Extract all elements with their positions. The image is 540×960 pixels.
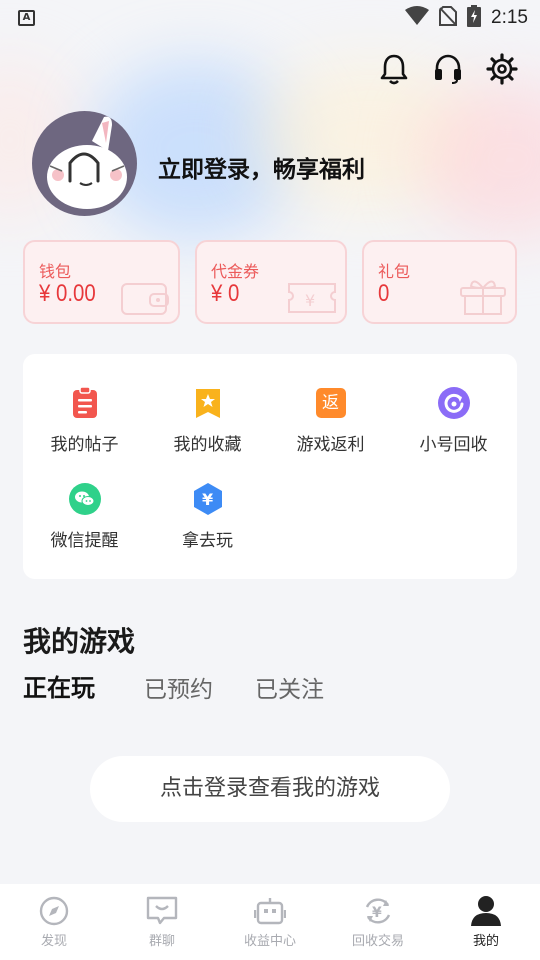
take-to-play-label: 拿去玩: [182, 531, 233, 551]
nav-label-recycle-trade: 回收交易: [351, 934, 404, 949]
chat-icon: [146, 896, 178, 926]
game-rebate-button[interactable]: 返 游戏返利: [269, 386, 392, 466]
recycle-yen-icon: ¥: [362, 896, 394, 926]
bookmark-star-icon: [191, 386, 225, 420]
wallet-card-value: ¥ 0.00: [39, 280, 96, 307]
gift-card-title: 礼包: [378, 262, 411, 281]
game-rebate-label: 游戏返利: [296, 435, 365, 455]
voucher-card[interactable]: 代金券 ¥ 0 ¥: [195, 240, 347, 324]
avatar[interactable]: [32, 111, 137, 216]
status-icons: 2:15: [405, 5, 528, 31]
wechat-reminder-button[interactable]: 微信提醒: [23, 482, 146, 562]
recycle-icon: [437, 386, 471, 420]
nav-label-earnings: 收益中心: [243, 934, 296, 949]
wechat-reminder-label: 微信提醒: [50, 531, 119, 551]
keyboard-indicator-icon: A: [18, 10, 35, 26]
nav-item-earnings[interactable]: 收益中心: [216, 884, 324, 960]
svg-text:¥: ¥: [305, 291, 315, 310]
ticket-icon: ¥: [285, 276, 339, 320]
alt-account-recycle-button[interactable]: 小号回收: [392, 386, 515, 466]
login-prompt[interactable]: 立即登录，畅享福利: [158, 150, 365, 184]
svg-text:¥: ¥: [202, 490, 213, 509]
wechat-icon: [68, 482, 102, 516]
wallet-cards: 钱包 ¥ 0.00 代金券 ¥ 0 ¥ 礼包 0: [23, 240, 517, 324]
gift-card[interactable]: 礼包 0: [362, 240, 517, 324]
wallet-icon: [120, 276, 172, 320]
svg-text:¥: ¥: [372, 905, 382, 921]
battery-charging-icon: [467, 5, 482, 31]
bell-icon[interactable]: [378, 52, 410, 86]
gift-card-value: 0: [378, 280, 390, 307]
function-panel: 我的帖子 我的收藏 返 游戏返利 小号回收 微信提醒 ¥ 拿去玩: [23, 354, 517, 579]
wifi-icon: [405, 6, 430, 30]
person-icon: [470, 896, 502, 926]
bottom-navigation: 发现 群聊 收益中心 ¥ 回收交易 我的: [0, 884, 540, 960]
wallet-card-title: 钱包: [39, 262, 72, 281]
my-posts-label: 我的帖子: [50, 435, 119, 455]
login-view-games-button[interactable]: 点击登录查看我的游戏: [90, 756, 450, 822]
robot-icon: [254, 896, 286, 926]
no-sim-icon: [439, 6, 458, 30]
tab-followed[interactable]: 已关注: [255, 670, 324, 704]
nav-item-mine[interactable]: 我的: [432, 884, 540, 960]
my-favorites-button[interactable]: 我的收藏: [146, 386, 269, 466]
status-bar: A 2:15: [0, 0, 540, 36]
my-posts-button[interactable]: 我的帖子: [23, 386, 146, 466]
nav-item-discover[interactable]: 发现: [0, 884, 108, 960]
clipboard-icon: [68, 386, 102, 420]
compass-icon: [38, 896, 70, 926]
header-actions: [378, 52, 518, 86]
gear-icon[interactable]: [486, 52, 518, 86]
my-games-title: 我的游戏: [23, 625, 136, 658]
gift-icon: [457, 274, 509, 320]
nav-item-recycle-trade[interactable]: ¥ 回收交易: [324, 884, 432, 960]
wallet-card[interactable]: 钱包 ¥ 0.00: [23, 240, 180, 324]
voucher-card-value: ¥ 0: [211, 280, 240, 307]
tab-playing[interactable]: 正在玩: [23, 668, 95, 703]
yen-hexagon-icon: ¥: [191, 482, 225, 516]
nav-label-mine: 我的: [472, 934, 499, 949]
headset-icon[interactable]: [432, 52, 464, 86]
nav-item-group-chat[interactable]: 群聊: [108, 884, 216, 960]
rebate-icon: 返: [314, 386, 348, 420]
my-favorites-label: 我的收藏: [173, 435, 242, 455]
take-to-play-button[interactable]: ¥ 拿去玩: [146, 482, 269, 562]
voucher-card-title: 代金券: [211, 262, 260, 281]
nav-label-discover: 发现: [40, 934, 67, 949]
status-time: 2:15: [491, 7, 528, 28]
nav-label-group-chat: 群聊: [148, 934, 175, 949]
alt-account-recycle-label: 小号回收: [419, 435, 488, 455]
tab-reserved[interactable]: 已预约: [144, 670, 213, 704]
